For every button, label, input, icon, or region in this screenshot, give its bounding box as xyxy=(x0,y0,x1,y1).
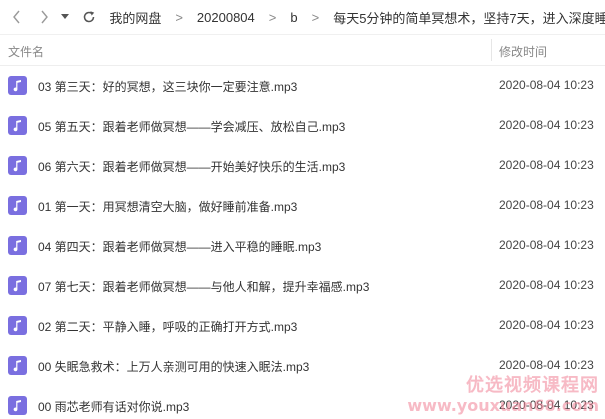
audio-file-icon xyxy=(8,276,27,295)
file-name: 06 第六天：跟着老师做冥想——开始美好快乐的生活.mp3 xyxy=(38,160,346,174)
file-name: 02 第二天：平静入睡，呼吸的正确打开方式.mp3 xyxy=(38,320,298,334)
file-row[interactable]: 06 第六天：跟着老师做冥想——开始美好快乐的生活.mp3 2020-08-04… xyxy=(0,146,605,186)
audio-file-icon xyxy=(8,196,27,215)
file-list-header: 文件名 修改时间 xyxy=(0,34,605,66)
breadcrumb: 我的网盘 > 20200804 > b > 每天5分钟的简单冥想术，坚持7天，进… xyxy=(109,8,605,27)
file-name: 07 第七天：跟着老师做冥想——与他人和解，提升幸福感.mp3 xyxy=(38,280,370,294)
file-name: 01 第一天：用冥想清空大脑，做好睡前准备.mp3 xyxy=(38,200,298,214)
breadcrumb-item-home[interactable]: 我的网盘 xyxy=(109,8,161,27)
file-modified-time: 2020-08-04 10:23 xyxy=(499,398,594,412)
music-note-icon xyxy=(13,119,21,131)
breadcrumb-item-current-folder[interactable]: 每天5分钟的简单冥想术，坚持7天，进入深度睡眠 xyxy=(333,8,605,27)
caret-down-icon xyxy=(61,14,70,19)
file-row[interactable]: 04 第四天：跟着老师做冥想——进入平稳的睡眠.mp3 2020-08-04 1… xyxy=(0,226,605,266)
column-divider[interactable] xyxy=(491,39,492,61)
file-modified-time: 2020-08-04 10:23 xyxy=(499,278,594,292)
music-note-icon xyxy=(13,199,21,211)
audio-file-icon xyxy=(8,116,27,135)
file-row[interactable]: 05 第五天：跟着老师做冥想——学会减压、放松自己.mp3 2020-08-04… xyxy=(0,106,605,146)
column-header-modified-time[interactable]: 修改时间 xyxy=(499,43,547,60)
file-browser-window: 我的网盘 > 20200804 > b > 每天5分钟的简单冥想术，坚持7天，进… xyxy=(0,0,605,419)
refresh-button[interactable] xyxy=(78,6,99,28)
chevron-left-icon xyxy=(12,10,20,24)
breadcrumb-separator: > xyxy=(268,9,277,25)
file-name: 00 雨芯老师有话对你说.mp3 xyxy=(38,400,190,414)
column-header-name[interactable]: 文件名 xyxy=(8,43,44,60)
file-row[interactable]: 03 第三天：好的冥想，这三块你一定要注意.mp3 2020-08-04 10:… xyxy=(0,66,605,106)
music-note-icon xyxy=(13,359,21,371)
file-list: 03 第三天：好的冥想，这三块你一定要注意.mp3 2020-08-04 10:… xyxy=(0,66,605,419)
refresh-icon xyxy=(83,11,94,23)
file-row[interactable]: 02 第二天：平静入睡，呼吸的正确打开方式.mp3 2020-08-04 10:… xyxy=(0,306,605,346)
file-row[interactable]: 01 第一天：用冥想清空大脑，做好睡前准备.mp3 2020-08-04 10:… xyxy=(0,186,605,226)
breadcrumb-separator: > xyxy=(311,9,320,25)
audio-file-icon xyxy=(8,76,27,95)
back-button[interactable] xyxy=(6,6,27,28)
file-row[interactable]: 00 失眠急救术：上万人亲测可用的快速入眠法.mp3 2020-08-04 10… xyxy=(0,346,605,386)
file-modified-time: 2020-08-04 10:23 xyxy=(499,118,594,132)
music-note-icon xyxy=(13,159,21,171)
audio-file-icon xyxy=(8,396,27,415)
forward-button[interactable] xyxy=(33,6,54,28)
file-modified-time: 2020-08-04 10:23 xyxy=(499,78,594,92)
file-modified-time: 2020-08-04 10:23 xyxy=(499,158,594,172)
file-row[interactable]: 07 第七天：跟着老师做冥想——与他人和解，提升幸福感.mp3 2020-08-… xyxy=(0,266,605,306)
file-name: 00 失眠急救术：上万人亲测可用的快速入眠法.mp3 xyxy=(38,360,310,374)
breadcrumb-separator: > xyxy=(175,9,183,25)
music-note-icon xyxy=(13,79,21,91)
audio-file-icon xyxy=(8,316,27,335)
audio-file-icon xyxy=(8,236,27,255)
breadcrumb-item-b[interactable]: b xyxy=(290,10,297,25)
file-row[interactable]: 00 雨芯老师有话对你说.mp3 2020-08-04 10:23 xyxy=(0,386,605,419)
audio-file-icon xyxy=(8,156,27,175)
file-modified-time: 2020-08-04 10:23 xyxy=(499,198,594,212)
file-name: 03 第三天：好的冥想，这三块你一定要注意.mp3 xyxy=(38,80,298,94)
toolbar: 我的网盘 > 20200804 > b > 每天5分钟的简单冥想术，坚持7天，进… xyxy=(0,0,605,34)
music-note-icon xyxy=(13,399,21,411)
chevron-right-icon xyxy=(41,10,48,24)
audio-file-icon xyxy=(8,356,27,375)
file-name: 04 第四天：跟着老师做冥想——进入平稳的睡眠.mp3 xyxy=(38,240,322,254)
history-dropdown-button[interactable] xyxy=(55,6,76,28)
file-modified-time: 2020-08-04 10:23 xyxy=(499,238,594,252)
music-note-icon xyxy=(13,239,21,251)
music-note-icon xyxy=(13,319,21,331)
breadcrumb-item-20200804[interactable]: 20200804 xyxy=(197,10,255,25)
music-note-icon xyxy=(13,279,21,291)
file-name: 05 第五天：跟着老师做冥想——学会减压、放松自己.mp3 xyxy=(38,120,346,134)
file-modified-time: 2020-08-04 10:23 xyxy=(499,318,594,332)
file-modified-time: 2020-08-04 10:23 xyxy=(499,358,594,372)
